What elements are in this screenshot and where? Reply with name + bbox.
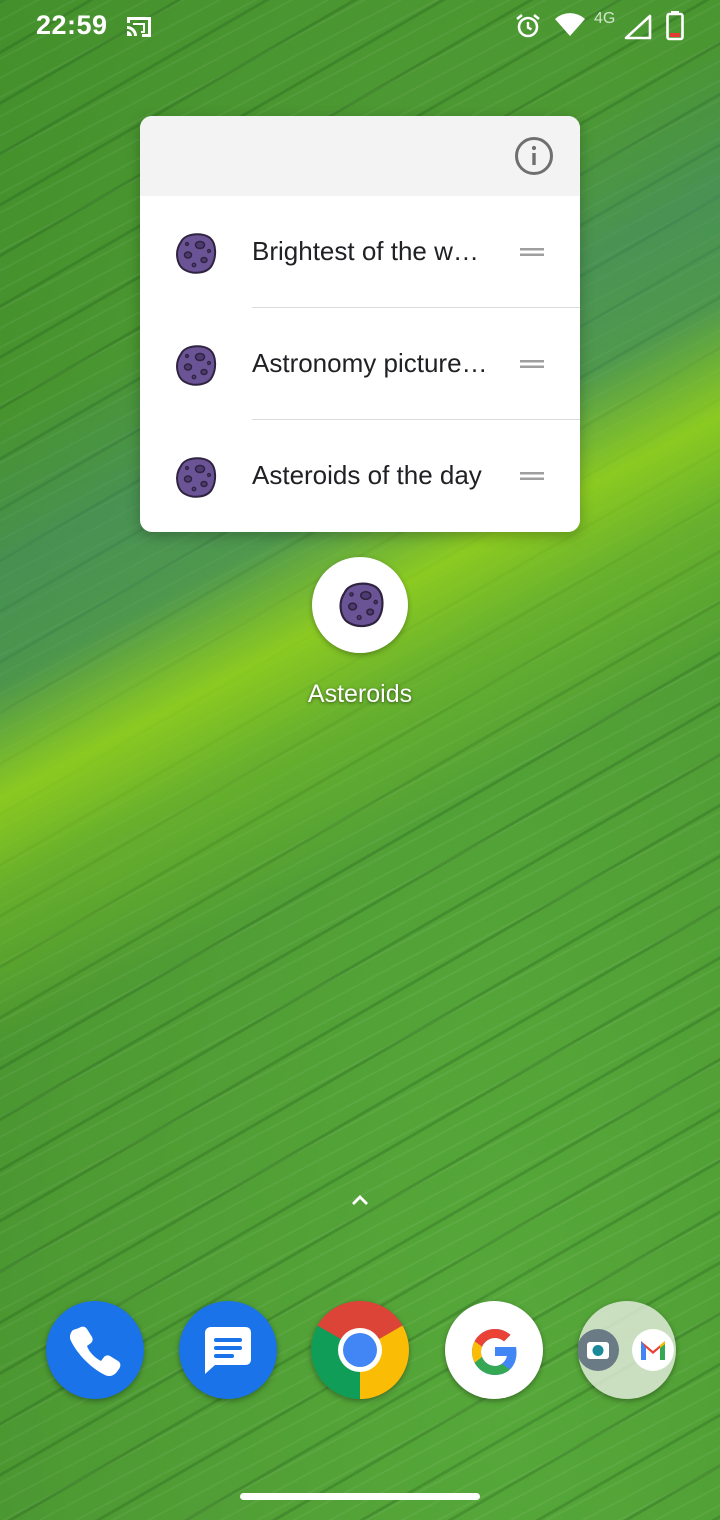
network-type-label: 4G (594, 10, 616, 27)
phone-icon (69, 1326, 121, 1377)
shortcut-label: Brightest of the w… (252, 236, 479, 266)
battery-icon (666, 11, 684, 41)
shortcut-label: Asteroids of the day (252, 460, 482, 490)
cast-icon (127, 17, 151, 37)
drag-handle-icon[interactable] (520, 358, 544, 370)
chrome-app-icon[interactable] (311, 1301, 409, 1399)
status-bar: 22:59 4G (0, 0, 720, 56)
shortcut-item[interactable]: Brightest of the w… (140, 196, 580, 308)
shortcut-label: Astronomy picture… (252, 348, 488, 378)
app-shortcuts-popup: Brightest of the w… Astronomy picture… A… (140, 116, 580, 532)
asteroids-app-icon[interactable] (312, 557, 408, 653)
asteroid-icon (339, 582, 384, 628)
messages-icon (205, 1327, 251, 1374)
shortcut-item[interactable]: Astronomy picture… (140, 308, 580, 420)
asteroid-icon (176, 233, 217, 274)
alarm-icon (516, 13, 540, 38)
messages-app-icon[interactable] (179, 1301, 277, 1399)
phone-app-icon[interactable] (46, 1301, 144, 1399)
google-icon (472, 1329, 517, 1375)
popup-header (140, 116, 580, 196)
chrome-icon (311, 1301, 409, 1399)
app-label[interactable]: Asteroids (260, 680, 460, 709)
signal-icon (624, 14, 652, 40)
status-time: 22:59 (36, 10, 108, 40)
chevron-up-icon[interactable] (348, 1190, 372, 1210)
asteroid-icon (176, 457, 217, 498)
wifi-icon (555, 13, 585, 36)
shortcut-item[interactable]: Asteroids of the day (140, 420, 580, 532)
gesture-nav-handle[interactable] (240, 1493, 480, 1500)
google-app-icon[interactable] (445, 1301, 543, 1399)
info-icon[interactable] (514, 136, 554, 176)
drag-handle-icon[interactable] (520, 246, 544, 258)
asteroid-icon (176, 345, 217, 386)
camera-gmail-folder-icon (577, 1329, 674, 1371)
drag-handle-icon[interactable] (520, 470, 544, 482)
folder-camera-gmail-icon[interactable] (577, 1301, 676, 1399)
